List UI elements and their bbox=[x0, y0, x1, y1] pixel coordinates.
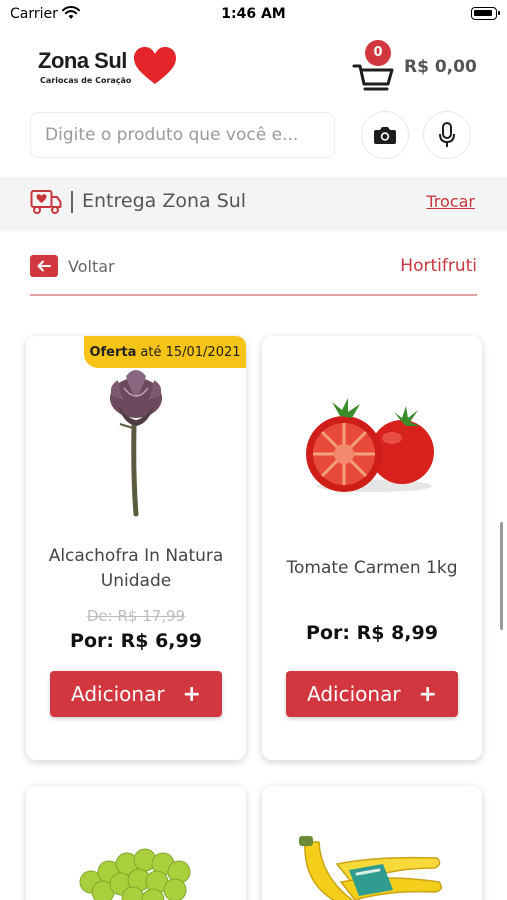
offer-badge: Oferta até 15/01/2021 bbox=[84, 336, 246, 368]
voice-search-button[interactable] bbox=[423, 111, 471, 159]
heart-icon bbox=[134, 47, 176, 84]
add-to-cart-button[interactable]: Adicionar + bbox=[286, 671, 458, 717]
offer-date: até 15/01/2021 bbox=[140, 344, 241, 360]
offer-label: Oferta bbox=[89, 344, 137, 360]
delivery-bar: Entrega Zona Sul Trocar bbox=[0, 177, 507, 227]
back-arrow-icon bbox=[30, 255, 58, 277]
clock: 1:46 AM bbox=[221, 6, 286, 22]
brand-name: Zona Sul bbox=[38, 48, 127, 73]
product-card[interactable] bbox=[262, 786, 482, 900]
cart-button[interactable]: 0 bbox=[352, 40, 396, 96]
product-image-grapes[interactable] bbox=[26, 842, 246, 900]
change-delivery-link[interactable]: Trocar bbox=[426, 192, 475, 211]
cart-count-badge: 0 bbox=[365, 40, 391, 66]
product-image-bananas[interactable] bbox=[262, 834, 482, 900]
product-card[interactable] bbox=[26, 786, 246, 900]
product-price: Por: R$ 6,99 bbox=[70, 630, 202, 652]
brand-logo[interactable]: Zona Sul Cariocas de Coração bbox=[38, 46, 188, 94]
product-name[interactable]: Tomate Carmen 1kg bbox=[272, 556, 472, 581]
cart-total: R$ 0,00 bbox=[404, 57, 477, 77]
plus-icon: + bbox=[418, 681, 437, 707]
add-button-label: Adicionar bbox=[307, 682, 401, 706]
delivery-separator bbox=[71, 191, 73, 213]
add-button-label: Adicionar bbox=[71, 682, 165, 706]
product-price: Por: R$ 8,99 bbox=[306, 622, 438, 644]
status-bar: Carrier 1:46 AM bbox=[0, 0, 507, 30]
old-price: De: R$ 17,99 bbox=[86, 607, 186, 625]
battery-icon bbox=[471, 7, 500, 20]
delivery-truck-icon bbox=[30, 190, 62, 214]
back-label: Voltar bbox=[68, 256, 115, 276]
search-input[interactable] bbox=[31, 113, 334, 157]
search-field[interactable] bbox=[30, 112, 335, 158]
brand-tagline: Cariocas de Coração bbox=[40, 76, 132, 85]
add-to-cart-button[interactable]: Adicionar + bbox=[50, 671, 222, 717]
back-button[interactable]: Voltar bbox=[30, 254, 115, 278]
microphone-icon bbox=[439, 122, 455, 147]
product-name[interactable]: Alcachofra In Natura Unidade bbox=[36, 544, 236, 594]
breadcrumb-divider bbox=[30, 294, 477, 296]
product-image-tomato[interactable] bbox=[262, 394, 482, 494]
camera-search-button[interactable] bbox=[361, 111, 409, 159]
product-image-artichoke[interactable] bbox=[26, 366, 246, 518]
shopping-cart-icon bbox=[352, 64, 394, 91]
plus-icon: + bbox=[182, 681, 201, 707]
camera-icon bbox=[374, 127, 396, 144]
delivery-label: Entrega Zona Sul bbox=[82, 190, 247, 212]
category-title: Hortifruti bbox=[400, 256, 477, 276]
product-card[interactable]: Tomate Carmen 1kg Por: R$ 8,99 Adicionar… bbox=[262, 336, 482, 760]
product-card[interactable]: Oferta até 15/01/2021 Alcachofra In Natu… bbox=[26, 336, 246, 760]
scrollbar[interactable] bbox=[500, 522, 503, 630]
